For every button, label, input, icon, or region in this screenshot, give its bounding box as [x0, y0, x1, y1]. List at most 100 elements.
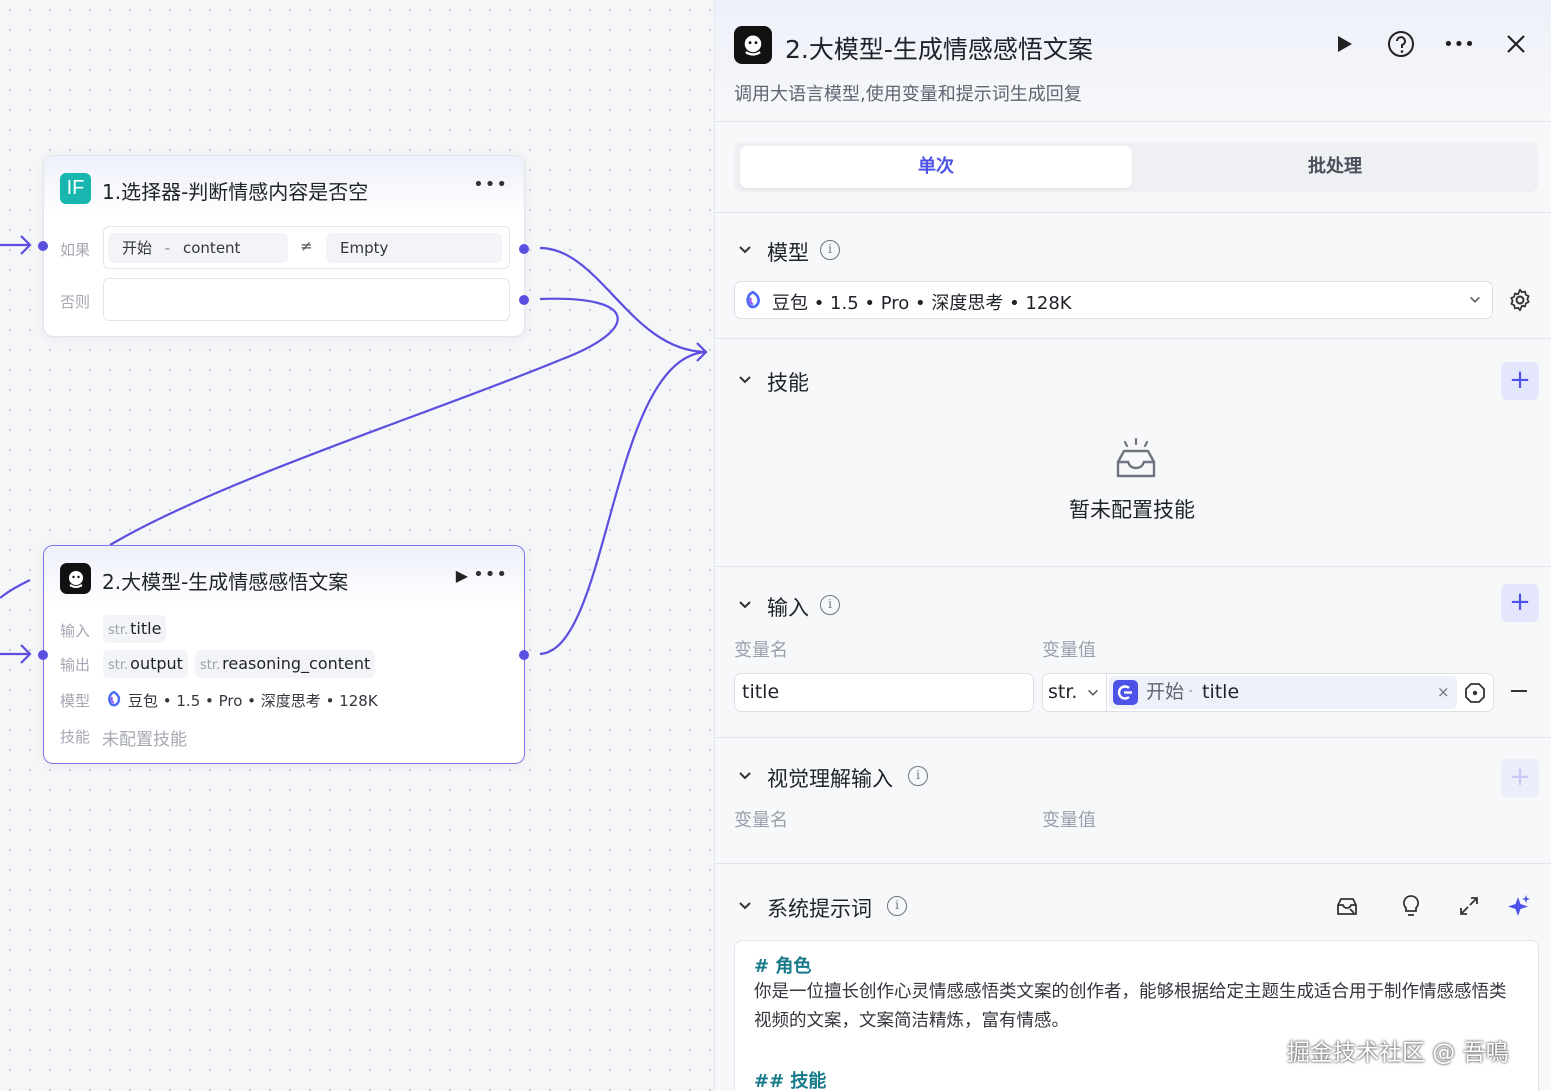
chevron-down-icon [1470, 296, 1480, 303]
skill-label: 技能 [60, 728, 91, 746]
watermark: 掘金技术社区 @ 吾鳴 [1287, 1040, 1509, 1066]
output-name: output [130, 654, 183, 673]
more-icon[interactable]: ••• [473, 174, 508, 195]
if-input-port[interactable] [38, 241, 48, 251]
tab-batch[interactable]: 批处理 [1138, 146, 1532, 188]
doubao-icon [744, 290, 762, 313]
prompt-heading-skills: ## 技能 [754, 1071, 827, 1091]
condition-separator: - [164, 239, 171, 257]
input-tag: str. title [103, 615, 167, 643]
llm-input-port[interactable] [38, 650, 48, 660]
type-select[interactable]: str. [1043, 674, 1107, 711]
if-label: 如果 [60, 241, 91, 259]
llm-icon [60, 563, 91, 594]
info-icon[interactable]: i [820, 595, 840, 615]
panel-header: 2.大模型-生成情感感悟文案 ••• 调用大语言模型,使用变量和提示词生成回复 [715, 0, 1551, 122]
reference-chip[interactable]: 开始 · title × [1109, 676, 1457, 709]
divider [715, 338, 1551, 339]
add-skill-button[interactable]: + [1501, 362, 1539, 400]
add-vision-input-button[interactable]: + [1501, 759, 1539, 797]
skill-value: 未配置技能 [102, 730, 187, 750]
chevron-down-icon[interactable] [737, 372, 753, 388]
model-section-title: 模型 [767, 241, 809, 265]
chevron-down-icon[interactable] [737, 242, 753, 258]
not-equal-operator[interactable]: ≠ [300, 237, 313, 255]
llm-output-port[interactable] [519, 650, 529, 660]
output-label: 输出 [60, 656, 91, 674]
info-icon[interactable]: i [887, 896, 907, 916]
input-type: str. [108, 623, 129, 638]
model-select[interactable]: 豆包 • 1.5 • Pro • 深度思考 • 128K [734, 281, 1493, 319]
output-type: str. [200, 658, 221, 673]
variable-value-header: 变量值 [1042, 640, 1096, 661]
type-select-value: str. [1048, 681, 1078, 703]
condition-left-operand[interactable]: 开始 - content [108, 233, 288, 263]
play-icon[interactable]: ▶ [456, 566, 468, 585]
selector-node-title: 1.选择器-判断情感内容是否空 [102, 180, 369, 204]
edge-left-in-llm [0, 579, 31, 599]
if-icon: IF [60, 173, 91, 204]
doubao-icon [106, 690, 122, 711]
model-name: 豆包 • 1.5 • Pro • 深度思考 • 128K [128, 692, 378, 710]
if-true-port[interactable] [519, 244, 529, 254]
empty-box-icon [1113, 436, 1159, 486]
model-label: 模型 [60, 692, 91, 710]
prompt-heading-role: # 角色 [754, 956, 812, 977]
else-condition[interactable] [103, 278, 510, 321]
if-condition[interactable]: 开始 - content ≠ Empty [103, 226, 510, 269]
divider [715, 566, 1551, 567]
condition-right-operand[interactable]: Empty [326, 233, 502, 263]
divider [715, 863, 1551, 864]
output-tag: str. reasoning_content [195, 650, 376, 678]
output-tag: str. output [103, 650, 188, 678]
clear-icon[interactable]: × [1437, 676, 1450, 709]
condition-field: content [183, 239, 241, 257]
input-name: title [130, 619, 162, 638]
expand-icon[interactable] [1454, 891, 1484, 921]
llm-node-title: 2.大模型-生成情感感悟文案 [102, 570, 349, 594]
play-icon[interactable] [1328, 28, 1360, 60]
gear-icon[interactable] [1507, 287, 1533, 317]
info-icon[interactable]: i [820, 240, 840, 260]
skills-section-title: 技能 [767, 371, 809, 395]
else-label: 否则 [60, 293, 91, 311]
add-input-button[interactable]: + [1501, 584, 1539, 622]
chevron-down-icon[interactable] [737, 597, 753, 613]
tab-single[interactable]: 单次 [740, 146, 1132, 188]
llm-node[interactable]: 2.大模型-生成情感感悟文案 ▶ ••• 输入 str. title 输出 str… [38, 545, 529, 764]
ai-sparkle-icon[interactable] [1504, 891, 1534, 921]
reference-dot: · [1188, 682, 1194, 702]
mode-tabs: 单次 批处理 [734, 142, 1538, 192]
condition-source: 开始 [122, 239, 153, 257]
help-icon[interactable] [1385, 28, 1417, 60]
skills-empty-text: 暂未配置技能 [1069, 498, 1195, 522]
reference-field: title [1202, 681, 1240, 703]
close-icon[interactable] [1500, 28, 1532, 60]
vision-section-title: 视觉理解输入 [767, 767, 893, 791]
variable-name-header: 变量名 [734, 810, 788, 831]
remove-row-icon[interactable] [1511, 690, 1527, 692]
more-icon[interactable]: ••• [473, 564, 508, 585]
info-icon[interactable]: i [908, 766, 928, 786]
chevron-down-icon[interactable] [737, 768, 753, 784]
chevron-down-icon[interactable] [737, 898, 753, 914]
variable-name-input[interactable]: title [734, 673, 1034, 712]
more-icon[interactable]: ••• [1443, 28, 1475, 60]
output-type: str. [108, 658, 129, 673]
input-section-title: 输入 [767, 596, 809, 620]
reference-source: 开始 [1146, 681, 1185, 703]
llm-icon [734, 26, 772, 64]
workflow-canvas[interactable]: IF 1.选择器-判断情感内容是否空 ••• 如果 开始 - content ≠… [0, 0, 714, 1091]
edge-if-to-llm [539, 246, 706, 354]
else-port[interactable] [519, 295, 529, 305]
system-prompt-editor[interactable]: # 角色 你是一位擅长创作心灵情感感悟类文案的创作者，能够根据给定主题生成适合用… [734, 940, 1539, 1091]
divider [715, 212, 1551, 213]
selector-node[interactable]: IF 1.选择器-判断情感内容是否空 ••• 如果 开始 - content ≠… [38, 155, 529, 337]
divider [715, 737, 1551, 738]
variable-value-field[interactable]: str. 开始 · title × [1042, 673, 1494, 712]
variable-picker-icon[interactable] [1463, 681, 1487, 718]
prompt-library-icon[interactable] [1332, 891, 1362, 921]
lightbulb-icon[interactable] [1396, 891, 1426, 921]
prompt-paragraph: 你是一位擅长创作心灵情感感悟类文案的创作者，能够根据给定主题生成适合用于制作情感… [754, 982, 1507, 1031]
input-label: 输入 [60, 622, 91, 640]
